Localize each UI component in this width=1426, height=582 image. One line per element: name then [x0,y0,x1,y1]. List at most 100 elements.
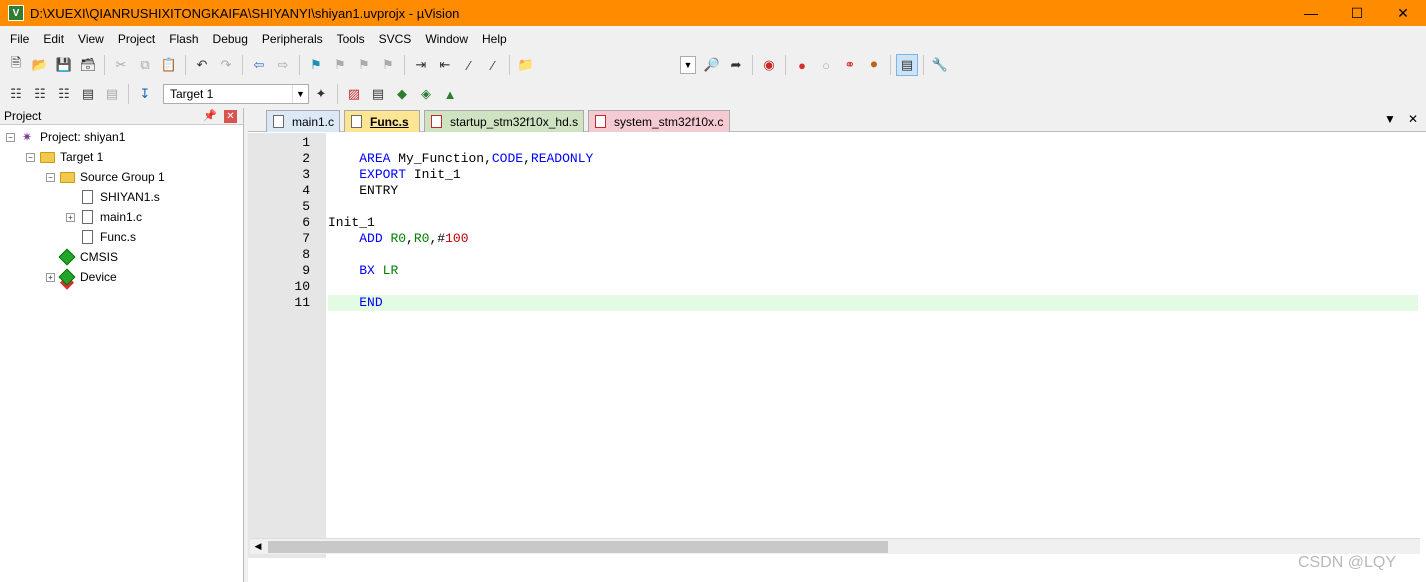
menu-svcs[interactable]: SVCS [372,28,419,50]
tree-node-device[interactable]: + Device [0,267,243,287]
target-options-wand-icon[interactable]: ✦ [310,83,332,105]
redo-icon[interactable]: ↷ [215,54,237,76]
tree-node-file[interactable]: Func.s [0,227,243,247]
tree-node-file[interactable]: + main1.c [0,207,243,227]
line-number: 11 [294,295,310,310]
tree-node-target[interactable]: − Target 1 [0,147,243,167]
window-layout-icon[interactable]: ▤ [896,54,918,76]
prev-bookmark-icon[interactable]: ⚑ [329,54,351,76]
tab-func-s[interactable]: Func.s [344,110,420,132]
indent-icon[interactable]: ⇥ [410,54,432,76]
save-all-icon[interactable]: 🗃 [77,54,99,76]
expand-icon[interactable]: + [66,212,75,222]
code-token: My_Function, [398,151,492,166]
file-icon [273,115,284,128]
menu-tools[interactable]: Tools [330,28,372,50]
code-token: CODE [491,151,524,166]
navigate-forward-icon[interactable]: ⇨ [272,54,294,76]
expand-icon[interactable]: + [46,272,55,282]
find-dropdown[interactable]: ▼ [680,56,696,74]
tab-list-dropdown-icon[interactable]: ▼ [1384,112,1396,126]
menu-flash[interactable]: Flash [162,28,205,50]
uncomment-icon[interactable]: ∕ [482,54,504,76]
tree-node-file[interactable]: SHIYAN1.s [0,187,243,207]
select-software-packs-icon[interactable]: ◈ [415,83,437,105]
maximize-button[interactable]: ☐ [1334,0,1380,26]
enable-breakpoint-icon[interactable]: ○ [815,54,837,76]
rebuild-icon[interactable]: ☷ [53,83,75,105]
manage-rte-icon[interactable]: ◆ [391,83,413,105]
target-folder-icon [39,149,55,165]
target-select-value: Target 1 [170,87,214,101]
paste-icon[interactable]: 📋 [158,54,180,76]
find-icon[interactable]: 🔎 [701,54,723,76]
menu-file[interactable]: File [3,28,36,50]
pin-icon[interactable]: 📌 [203,109,217,122]
minimize-button[interactable]: — [1288,0,1334,26]
batch-build-icon[interactable]: ▤ [77,83,99,105]
file-extensions-icon[interactable]: ▤ [367,83,389,105]
file-icon [79,209,95,225]
code-line-11-current: END [328,295,1418,311]
configure-wrench-icon[interactable]: 🔧 [929,54,951,76]
unindent-icon[interactable]: ⇤ [434,54,456,76]
incremental-find-icon[interactable]: ➦ [725,54,747,76]
readonly-file-icon [595,115,606,128]
debug-session-icon[interactable]: ◉ [758,54,780,76]
tab-main1-c[interactable]: main1.c [266,110,340,132]
target-select[interactable]: Target 1 ▼ [163,84,309,104]
editor-area: main1.c Func.s startup_stm32f10x_hd.s sy… [248,108,1426,582]
code-line-7: ADD R0,R0,#100 [328,231,1418,247]
pack-installer-icon[interactable]: ▲ [439,83,461,105]
new-file-icon[interactable]: 🗎 [5,54,27,76]
menu-help[interactable]: Help [475,28,514,50]
undo-icon[interactable]: ↶ [191,54,213,76]
horizontal-scrollbar[interactable]: ◀ [250,538,1420,554]
tree-node-project[interactable]: − ✷ Project: shiyan1 [0,127,243,147]
download-load-icon[interactable]: ↧ [134,83,156,105]
collapse-icon[interactable]: − [6,132,15,142]
bookmark-icon[interactable]: ⚑ [305,54,327,76]
chevron-down-icon: ▼ [292,85,308,103]
close-icon[interactable]: ✕ [224,110,237,123]
tab-startup-stm32f10x-hd-s[interactable]: startup_stm32f10x_hd.s [424,110,584,132]
save-icon[interactable]: 💾 [53,54,75,76]
disable-breakpoints-icon[interactable]: ⚭ [839,54,861,76]
next-bookmark-icon[interactable]: ⚑ [353,54,375,76]
tab-tools: ▼ ✕ [1384,112,1418,126]
translate-icon[interactable]: ☷ [5,83,27,105]
scroll-thumb[interactable] [268,540,888,553]
line-number: 7 [302,231,310,246]
tree-node-cmsis[interactable]: CMSIS [0,247,243,267]
toolbar-separator [752,55,753,75]
menu-window[interactable]: Window [418,28,475,50]
collapse-icon[interactable]: − [46,172,55,182]
menu-edit[interactable]: Edit [36,28,71,50]
navigate-back-icon[interactable]: ⇦ [248,54,270,76]
stop-build-icon[interactable]: ▤ [101,83,123,105]
tab-system-stm32f10x-c[interactable]: system_stm32f10x.c [588,110,730,132]
copy-icon[interactable]: ⧉ [134,54,156,76]
tree-node-source-group[interactable]: − Source Group 1 [0,167,243,187]
open-file-icon[interactable]: 📂 [29,54,51,76]
manage-components-icon[interactable]: ▨ [343,83,365,105]
code-token: 100 [445,231,469,246]
collapse-icon[interactable]: − [26,152,35,162]
menu-peripherals[interactable]: Peripherals [255,28,330,50]
comment-icon[interactable]: ⁄ [458,54,480,76]
menu-debug[interactable]: Debug [206,28,255,50]
tab-label: main1.c [292,114,335,129]
close-tab-icon[interactable]: ✕ [1408,112,1418,126]
insert-breakpoint-icon[interactable]: ● [791,54,813,76]
find-in-files-icon[interactable]: 📁 [515,54,537,76]
build-icon[interactable]: ☷ [29,83,51,105]
kill-breakpoints-icon[interactable]: ⚫ [863,54,885,76]
menu-view[interactable]: View [71,28,111,50]
toolbar-separator [242,55,243,75]
code-editor[interactable]: 1 2 3 4 5 6 7 8 9 10 11 AREA My_Function… [248,133,1426,558]
close-button[interactable]: ✕ [1380,0,1426,26]
menu-project[interactable]: Project [111,28,162,50]
scroll-left-icon[interactable]: ◀ [250,539,266,555]
cut-icon[interactable]: ✂ [110,54,132,76]
clear-bookmarks-icon[interactable]: ⚑ [377,54,399,76]
